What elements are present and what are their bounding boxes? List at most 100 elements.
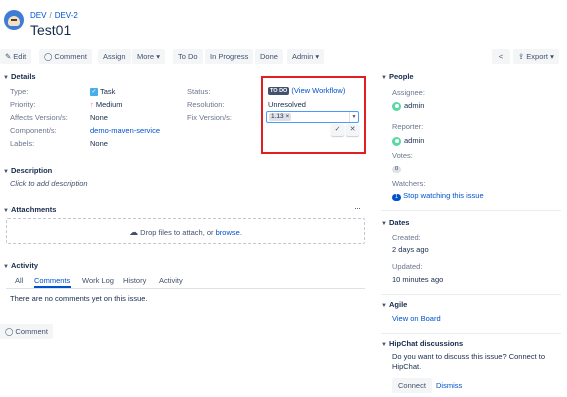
type-value: ✓ Task	[90, 87, 115, 97]
updated-value: 10 minutes ago	[392, 275, 444, 284]
details-heading[interactable]: ▼ Details	[3, 72, 36, 81]
arrow-up-icon: ↑	[90, 100, 94, 109]
task-icon: ✓	[90, 88, 98, 97]
status-label: Status:	[187, 87, 211, 96]
status-value: TO DO (View Workflow)	[268, 86, 345, 96]
project-avatar[interactable]	[4, 10, 24, 30]
people-heading[interactable]: ▼ People	[381, 72, 414, 81]
edit-button[interactable]: ✎ Edit	[0, 49, 32, 64]
assignee-value[interactable]: admin	[392, 101, 424, 111]
dates-heading-text: Dates	[389, 218, 410, 227]
tab-divider	[6, 288, 365, 289]
attachments-heading[interactable]: ▼ Attachments	[3, 205, 56, 214]
agile-heading-text: Agile	[389, 300, 408, 309]
export-button[interactable]: ⇪ Export ▾	[513, 49, 559, 64]
reporter-label: Reporter:	[392, 122, 424, 131]
affects-version-label: Affects Version/s:	[10, 113, 68, 122]
section-divider	[381, 294, 561, 295]
chevron-down-icon: ▾	[550, 52, 554, 61]
add-comment-label: Comment	[15, 327, 48, 336]
component-value[interactable]: demo-maven-service	[90, 126, 160, 135]
dates-heading[interactable]: ▼ Dates	[381, 218, 409, 227]
avatar	[392, 101, 401, 111]
chevron-down-icon: ▾	[156, 52, 160, 61]
export-label: Export	[526, 52, 548, 61]
share-button[interactable]: <	[492, 49, 510, 64]
breadcrumb: DEV / DEV-2	[30, 11, 78, 20]
dismiss-link[interactable]: Dismiss	[436, 381, 462, 390]
view-on-board-link[interactable]: View on Board	[392, 314, 441, 323]
connect-button[interactable]: Connect	[392, 378, 432, 393]
hipchat-text: Do you want to discuss this issue? Conne…	[392, 352, 545, 371]
speech-bubble-icon: ◯	[5, 327, 14, 336]
fix-version-tag[interactable]: 1.13 ×	[269, 113, 292, 121]
more-button[interactable]: More ▾	[132, 49, 165, 64]
breadcrumb-separator: /	[49, 11, 52, 20]
chevron-down-icon: ▼	[381, 75, 387, 81]
resolution-label: Resolution:	[187, 100, 225, 109]
active-tab-indicator	[34, 286, 71, 288]
chevron-down-icon: ▼	[381, 221, 387, 227]
confirm-button[interactable]: ✓	[331, 124, 344, 136]
in-progress-button[interactable]: In Progress	[205, 49, 254, 64]
todo-button[interactable]: To Do	[173, 49, 203, 64]
fix-version-tag-text: 1.13	[271, 113, 284, 120]
browse-link[interactable]: browse.	[216, 228, 242, 237]
votes-value[interactable]: 0	[392, 163, 402, 173]
activity-heading-text: Activity	[11, 261, 39, 270]
breadcrumb-project[interactable]: DEV	[30, 11, 46, 20]
fix-version-input[interactable]: 1.13 × ▼	[266, 111, 359, 123]
chevron-down-icon[interactable]: ▼	[349, 112, 358, 122]
done-button[interactable]: Done	[255, 49, 283, 64]
description-placeholder[interactable]: Click to add description	[10, 179, 88, 188]
check-icon: ✓	[334, 126, 341, 133]
close-icon: ✕	[349, 126, 356, 133]
tab-comments[interactable]: Comments	[34, 276, 70, 285]
more-options-icon[interactable]: ···	[354, 203, 361, 213]
comment-button[interactable]: ◯ Comment	[39, 49, 92, 64]
reporter-value[interactable]: admin	[392, 136, 424, 146]
export-icon: ⇪	[518, 52, 525, 61]
tab-work-log[interactable]: Work Log	[82, 276, 114, 285]
type-label: Type:	[10, 87, 29, 96]
component-label: Component/s:	[10, 126, 57, 135]
activity-heading[interactable]: ▼ Activity	[3, 261, 38, 270]
tab-activity[interactable]: Activity	[159, 276, 183, 285]
chevron-down-icon: ▼	[3, 208, 9, 214]
priority-value: ↑ Medium	[90, 100, 123, 109]
chevron-down-icon: ▼	[3, 75, 9, 81]
resolution-value: Unresolved	[268, 100, 306, 109]
hipchat-heading[interactable]: ▼ HipChat discussions	[381, 339, 463, 348]
chevron-down-icon: ▼	[381, 303, 387, 309]
remove-tag-icon[interactable]: ×	[285, 113, 289, 120]
description-heading[interactable]: ▼ Description	[3, 166, 52, 175]
view-workflow-link[interactable]: (View Workflow)	[291, 86, 345, 95]
add-comment-button[interactable]: ◯ Comment	[0, 324, 53, 339]
details-heading-text: Details	[11, 72, 36, 81]
description-heading-text: Description	[11, 166, 53, 175]
votes-label: Votes:	[392, 151, 413, 160]
breadcrumb-issue[interactable]: DEV-2	[55, 11, 78, 20]
assign-button[interactable]: Assign	[98, 49, 131, 64]
watchers-label: Watchers:	[392, 179, 426, 188]
fix-version-label: Fix Version/s:	[187, 113, 233, 122]
status-badge[interactable]: TO DO	[268, 87, 290, 96]
created-label: Created:	[392, 233, 421, 242]
tab-history[interactable]: History	[123, 276, 146, 285]
admin-label: Admin	[292, 52, 314, 61]
priority-text: Medium	[95, 100, 123, 109]
labels-value[interactable]: None	[90, 139, 108, 148]
hipchat-heading-text: HipChat discussions	[389, 339, 464, 348]
drop-text: Drop files to attach, or	[140, 228, 214, 237]
more-label: More	[137, 52, 155, 61]
affects-version-value[interactable]: None	[90, 113, 108, 122]
cancel-button[interactable]: ✕	[346, 124, 359, 136]
avatar	[392, 136, 401, 146]
attachment-dropzone[interactable]: ☁ Drop files to attach, or browse.	[6, 218, 365, 244]
watchers-count-badge[interactable]: 1	[392, 194, 402, 201]
updated-label: Updated:	[392, 262, 423, 271]
admin-button[interactable]: Admin ▾	[287, 49, 325, 64]
tab-all[interactable]: All	[15, 276, 23, 285]
stop-watching-link[interactable]: Stop watching this issue	[403, 191, 483, 200]
agile-heading[interactable]: ▼ Agile	[381, 300, 407, 309]
